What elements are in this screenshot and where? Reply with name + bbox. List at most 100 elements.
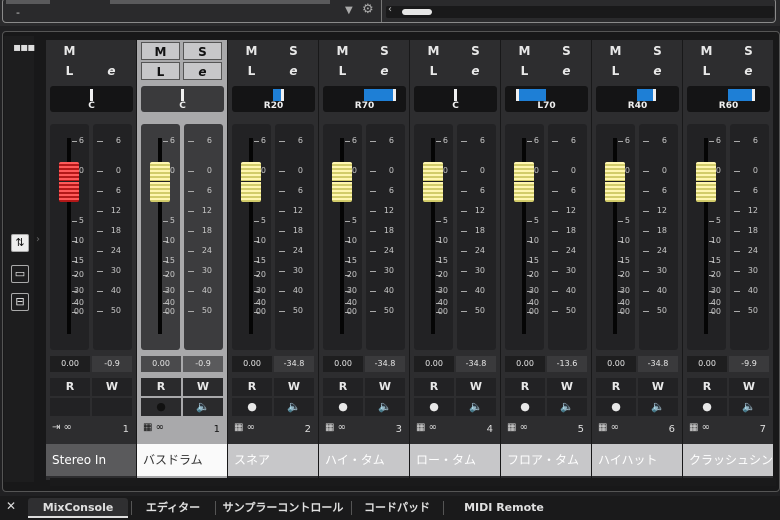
- volume-value[interactable]: 0.00: [505, 356, 545, 372]
- peak-value[interactable]: -34.8: [365, 356, 405, 372]
- mute-button[interactable]: M: [414, 42, 453, 60]
- read-automation-button[interactable]: R: [414, 378, 454, 396]
- edit-channel-button[interactable]: e: [729, 62, 768, 80]
- mute-button[interactable]: M: [141, 42, 180, 60]
- edit-channel-button[interactable]: e: [638, 62, 677, 80]
- peak-value[interactable]: -13.6: [547, 356, 587, 372]
- pan-control[interactable]: R60: [687, 86, 770, 112]
- write-automation-button[interactable]: W: [365, 378, 405, 396]
- menu-dots-icon[interactable]: ▪▪▪: [13, 40, 35, 54]
- read-automation-button[interactable]: R: [323, 378, 363, 396]
- gear-icon[interactable]: ⚙: [362, 2, 374, 17]
- channel-strip[interactable]: M Le C 6 0 5 10 15 20 30 40 00 6 0 6 12 18 24 30 40 50 0.00 -0…: [46, 40, 136, 480]
- mute-button[interactable]: M: [505, 42, 544, 60]
- fader-handle[interactable]: [150, 162, 170, 202]
- channel-name[interactable]: クラッシュシンバル: [683, 444, 773, 476]
- edit-channel-button[interactable]: e: [92, 62, 131, 80]
- fader-handle[interactable]: [423, 162, 443, 202]
- fader-handle[interactable]: [514, 162, 534, 202]
- write-automation-button[interactable]: W: [183, 378, 223, 396]
- volume-value[interactable]: 0.00: [323, 356, 363, 372]
- write-automation-button[interactable]: W: [92, 378, 132, 396]
- monitor-icon[interactable]: ▭: [11, 265, 29, 283]
- tab-midi-remote[interactable]: MIDI Remote: [446, 498, 562, 518]
- dropdown-triangle-icon[interactable]: ▼: [345, 5, 353, 16]
- volume-value[interactable]: 0.00: [50, 356, 90, 372]
- horizontal-scrollbar[interactable]: ‹: [386, 4, 774, 18]
- pan-control[interactable]: L70: [505, 86, 588, 112]
- sliders-icon[interactable]: ⇅: [11, 234, 29, 252]
- monitor-speaker-icon[interactable]: 🔈: [638, 398, 678, 416]
- bottom-scrollbar[interactable]: [50, 478, 776, 486]
- volume-fader[interactable]: 6 0 5 10 15 20 30 40 00: [50, 124, 89, 350]
- volume-fader[interactable]: 6 0 5 10 15 20 30 40 00: [414, 124, 453, 350]
- volume-fader[interactable]: 6 0 5 10 15 20 30 40 00: [323, 124, 362, 350]
- channel-name[interactable]: ハイハット: [592, 444, 682, 476]
- volume-fader[interactable]: 6 0 5 10 15 20 30 40 00: [505, 124, 544, 350]
- record-enable-button[interactable]: ●: [141, 398, 181, 416]
- pan-control[interactable]: C: [414, 86, 497, 112]
- volume-value[interactable]: 0.00: [596, 356, 636, 372]
- listen-button[interactable]: L: [232, 62, 271, 80]
- mute-button[interactable]: M: [323, 42, 362, 60]
- channel-strip[interactable]: M Le S C 6 0 5 10 15 20 30 40 00 6 0 6 12 18 24 30 40 50 0.00-…: [137, 40, 227, 480]
- write-automation-button[interactable]: W: [729, 378, 769, 396]
- write-automation-button[interactable]: W: [274, 378, 314, 396]
- channel-strip[interactable]: M Le S R70 6 0 5 10 15 20 30 40 00 6 0 6 12 18 24 30 40 50 0.0…: [319, 40, 409, 480]
- volume-fader[interactable]: 6 0 5 10 15 20 30 40 00: [687, 124, 726, 350]
- channel-name[interactable]: ロー・タム: [410, 444, 500, 476]
- channel-strip[interactable]: M Le S C 6 0 5 10 15 20 30 40 00 6 0 6 12 18 24 30 40 50 0.00-…: [410, 40, 500, 480]
- channel-name[interactable]: バスドラム: [137, 444, 227, 476]
- close-icon[interactable]: ✕: [6, 499, 16, 513]
- toolbar-button-stub[interactable]: [110, 0, 330, 4]
- peak-value[interactable]: -9.9: [729, 356, 769, 372]
- mute-button[interactable]: M: [687, 42, 726, 60]
- read-automation-button[interactable]: R: [50, 378, 90, 396]
- read-automation-button[interactable]: R: [687, 378, 727, 396]
- volume-fader[interactable]: 6 0 5 10 15 20 30 40 00: [596, 124, 635, 350]
- solo-button[interactable]: S: [638, 42, 677, 60]
- scroll-thumb[interactable]: [402, 9, 432, 15]
- fader-handle[interactable]: [241, 162, 261, 202]
- volume-value[interactable]: 0.00: [141, 356, 181, 372]
- listen-button[interactable]: L: [414, 62, 453, 80]
- tab-sampler-control[interactable]: サンプラーコントロール: [218, 498, 348, 518]
- read-automation-button[interactable]: R: [141, 378, 181, 396]
- listen-button[interactable]: L: [687, 62, 726, 80]
- mute-button[interactable]: M: [50, 42, 89, 60]
- pan-control[interactable]: C: [141, 86, 224, 112]
- monitor-speaker-icon[interactable]: 🔈: [274, 398, 314, 416]
- edit-channel-button[interactable]: e: [547, 62, 586, 80]
- peak-value[interactable]: -34.8: [638, 356, 678, 372]
- monitor-speaker-icon[interactable]: 🔈: [729, 398, 769, 416]
- write-automation-button[interactable]: W: [638, 378, 678, 396]
- read-automation-button[interactable]: R: [505, 378, 545, 396]
- monitor-speaker-icon[interactable]: 🔈: [365, 398, 405, 416]
- channel-name[interactable]: スネア: [228, 444, 318, 476]
- channel-name[interactable]: ハイ・タム: [319, 444, 409, 476]
- expand-arrow-icon[interactable]: ›: [36, 234, 40, 245]
- routing-icon[interactable]: ⊟: [11, 293, 29, 311]
- peak-value[interactable]: -34.8: [274, 356, 314, 372]
- record-enable-button[interactable]: ●: [323, 398, 363, 416]
- read-automation-button[interactable]: R: [596, 378, 636, 396]
- record-enable-button[interactable]: ●: [414, 398, 454, 416]
- pan-control[interactable]: R70: [323, 86, 406, 112]
- fader-handle[interactable]: [332, 162, 352, 202]
- write-automation-button[interactable]: W: [456, 378, 496, 396]
- channel-name[interactable]: フロア・タム: [501, 444, 591, 476]
- read-automation-button[interactable]: R: [232, 378, 272, 396]
- solo-button[interactable]: S: [729, 42, 768, 60]
- listen-button[interactable]: L: [323, 62, 362, 80]
- listen-button[interactable]: L: [596, 62, 635, 80]
- edit-channel-button[interactable]: e: [274, 62, 313, 80]
- volume-fader[interactable]: 6 0 5 10 15 20 30 40 00: [232, 124, 271, 350]
- volume-value[interactable]: 0.00: [414, 356, 454, 372]
- edit-channel-button[interactable]: e: [456, 62, 495, 80]
- volume-value[interactable]: 0.00: [687, 356, 727, 372]
- edit-channel-button[interactable]: e: [183, 62, 222, 80]
- scroll-left-icon[interactable]: ‹: [388, 4, 392, 15]
- tab-chord-pads[interactable]: コードパッド: [354, 498, 440, 518]
- peak-value[interactable]: -34.8: [456, 356, 496, 372]
- toolbar-button-stub[interactable]: [6, 0, 50, 4]
